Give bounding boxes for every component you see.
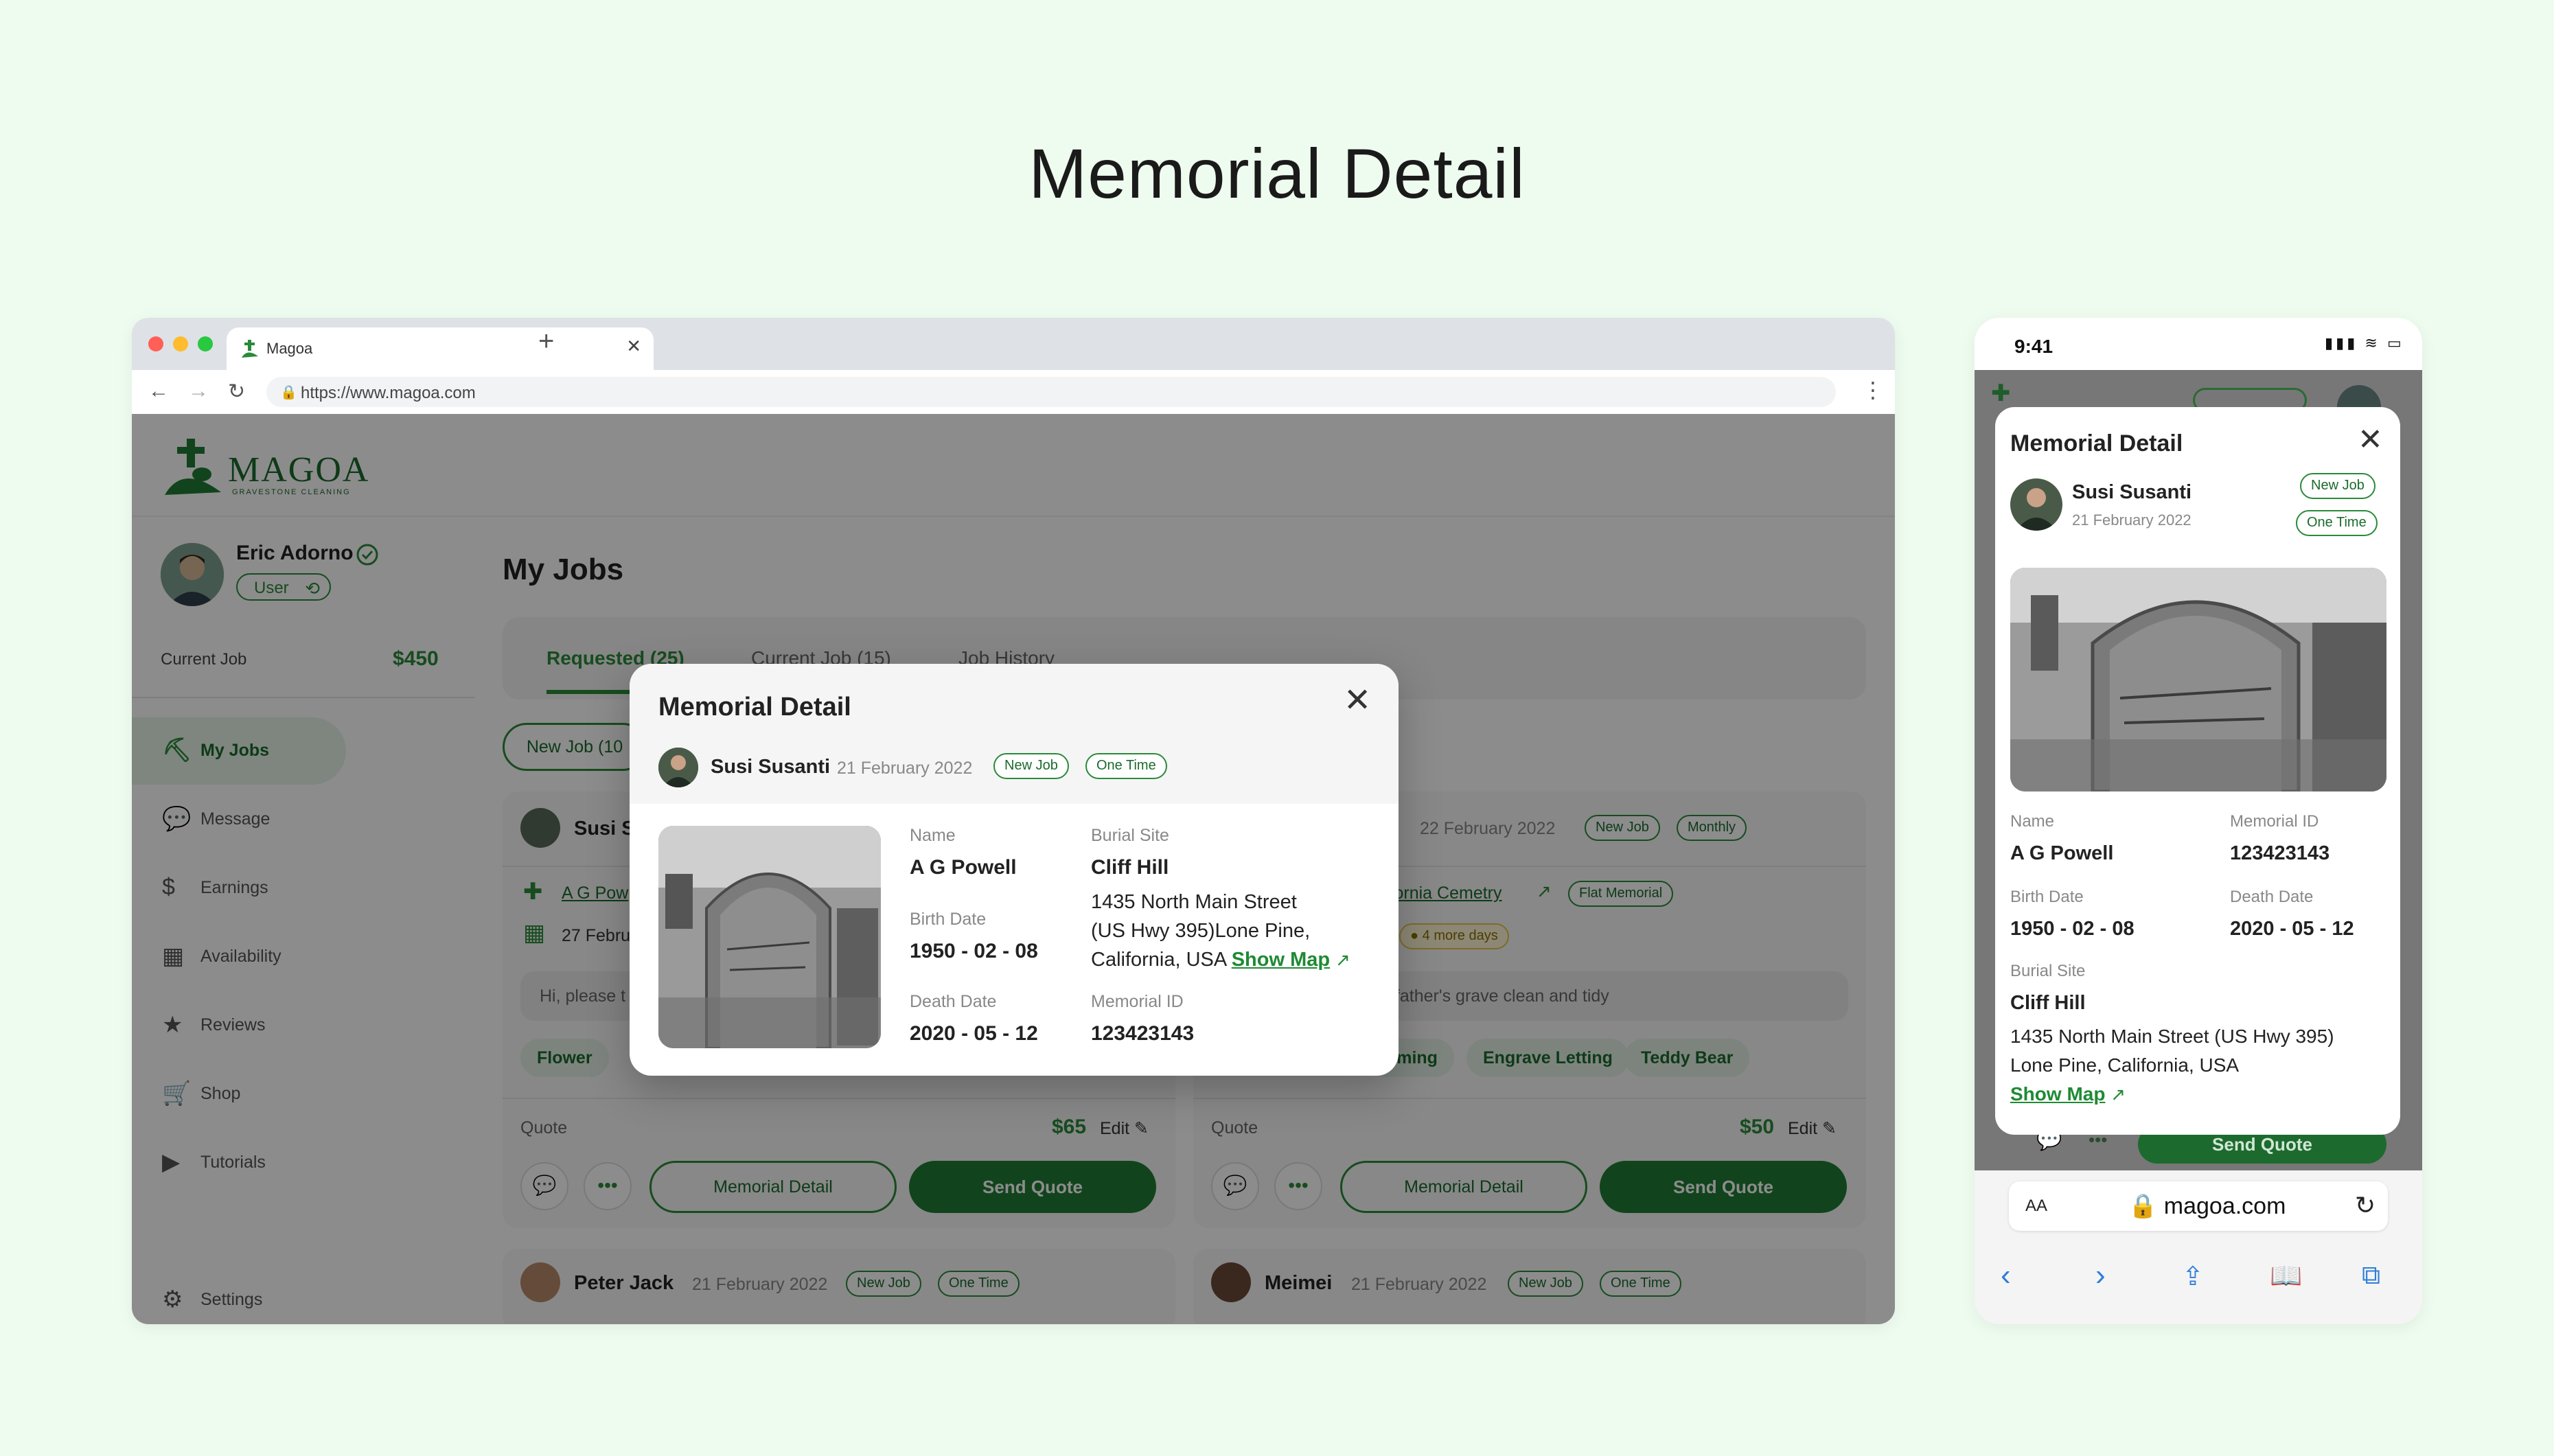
magoa-logo-icon: ✚ bbox=[1991, 380, 2011, 406]
job-date: 21 February 2022 bbox=[2072, 511, 2191, 529]
tab-close-icon[interactable]: ✕ bbox=[626, 336, 641, 357]
browser-tab-bar: Magoa ✕ + bbox=[132, 318, 1895, 370]
tab-title: Magoa bbox=[266, 340, 313, 357]
memorial-photo[interactable] bbox=[2010, 568, 2386, 791]
back-arrow-icon[interactable]: ← bbox=[148, 380, 169, 403]
birth-date-value: 1950 - 02 - 08 bbox=[910, 940, 1038, 962]
share-icon[interactable]: ⇪ bbox=[2182, 1261, 2204, 1292]
forward-arrow-icon[interactable]: → bbox=[188, 380, 209, 403]
client-name: Susi Susanti bbox=[711, 756, 831, 778]
reload-icon[interactable]: ↻ bbox=[228, 380, 245, 404]
death-date-value: 2020 - 05 - 12 bbox=[2230, 918, 2354, 940]
safari-toolbar: AA 🔒 magoa.com ↻ ‹ › ⇪ 📖 ⧉ bbox=[1975, 1170, 2422, 1324]
address-line: 1435 North Main Street (US Hwy 395) bbox=[2010, 1026, 2334, 1047]
close-icon[interactable]: ✕ bbox=[2358, 422, 2383, 457]
url-text: https://www.magoa.com bbox=[301, 384, 476, 402]
birth-date-label: Birth Date bbox=[2010, 888, 2084, 906]
address-line: (US Hwy 395)Lone Pine, bbox=[1091, 920, 1311, 942]
client-avatar bbox=[2010, 478, 2062, 531]
status-time: 9:41 bbox=[2014, 336, 2053, 357]
client-avatar bbox=[658, 748, 698, 787]
memorial-detail-modal: Memorial Detail ✕ Susi Susanti 21 Februa… bbox=[630, 664, 1399, 1076]
reload-icon[interactable]: ↻ bbox=[2355, 1191, 2375, 1220]
burial-address: 1435 North Main Street (US Hwy 395)Lone … bbox=[1091, 888, 1386, 974]
name-label: Name bbox=[910, 826, 956, 845]
mobile-device: 9:41 ▮▮▮ ≋ ▭ ✚ Send Quote 💬 ••• Memorial… bbox=[1975, 318, 2422, 1324]
memorial-id-label: Memorial ID bbox=[2230, 812, 2319, 831]
new-tab-icon[interactable]: + bbox=[538, 326, 554, 357]
memorial-id-value: 123423143 bbox=[2230, 842, 2330, 864]
status-badge: New Job bbox=[993, 753, 1069, 779]
safari-url-field[interactable]: AA 🔒 magoa.com ↻ bbox=[2009, 1181, 2388, 1231]
close-window-dot[interactable] bbox=[148, 336, 163, 351]
address-line: 1435 North Main Street bbox=[1091, 891, 1297, 913]
burial-site-label: Burial Site bbox=[1091, 826, 1169, 845]
modal-title: Memorial Detail bbox=[658, 693, 851, 721]
address-line: Lone Pine, California, USA bbox=[2010, 1054, 2240, 1076]
birth-date-label: Birth Date bbox=[910, 910, 987, 929]
death-date-label: Death Date bbox=[910, 992, 997, 1011]
bookmarks-icon[interactable]: 📖 bbox=[2270, 1261, 2302, 1291]
birth-date-value: 1950 - 02 - 08 bbox=[2010, 918, 2135, 940]
burial-site-value: Cliff Hill bbox=[2010, 992, 2086, 1014]
address-bar: ← → ↻ 🔒 https://www.magoa.com ⋮ bbox=[132, 370, 1895, 415]
modal-header: Memorial Detail ✕ Susi Susanti 21 Februa… bbox=[630, 664, 1399, 804]
browser-menu-icon[interactable]: ⋮ bbox=[1862, 377, 1884, 403]
magoa-favicon-icon bbox=[242, 340, 258, 358]
lock-icon: 🔒 bbox=[280, 385, 297, 400]
modal-title: Memorial Detail bbox=[2010, 430, 2183, 457]
status-badge: New Job bbox=[2300, 473, 2375, 499]
memorial-id-label: Memorial ID bbox=[1091, 992, 1184, 1011]
status-icons: ▮▮▮ ≋ ▭ bbox=[2325, 334, 2404, 351]
memorial-photo[interactable] bbox=[658, 826, 881, 1048]
burial-address: 1435 North Main Street (US Hwy 395) Lone… bbox=[2010, 1022, 2395, 1109]
death-date-value: 2020 - 05 - 12 bbox=[910, 1022, 1038, 1045]
burial-site-value: Cliff Hill bbox=[1091, 856, 1169, 879]
client-name: Susi Susanti bbox=[2072, 481, 2192, 503]
desktop-browser-window: Magoa ✕ + ← → ↻ 🔒 https://www.magoa.com … bbox=[132, 318, 1895, 1324]
frequency-badge: One Time bbox=[2296, 510, 2378, 536]
show-map-link[interactable]: Show Map bbox=[1232, 949, 1330, 971]
external-link-icon[interactable]: ↗ bbox=[1335, 949, 1350, 970]
memorial-id-value: 123423143 bbox=[1091, 1022, 1195, 1045]
url-field[interactable]: 🔒 https://www.magoa.com bbox=[266, 377, 1836, 407]
minimize-window-dot[interactable] bbox=[173, 336, 188, 351]
address-line: California, USA bbox=[1091, 949, 1226, 971]
name-label: Name bbox=[2010, 812, 2055, 831]
page-title: Memorial Detail bbox=[1028, 135, 1526, 213]
show-map-link[interactable]: Show Map bbox=[2010, 1083, 2105, 1105]
text-size-button[interactable]: AA bbox=[2025, 1197, 2047, 1216]
back-arrow-icon[interactable]: ‹ bbox=[2001, 1258, 2011, 1293]
frequency-badge: One Time bbox=[1085, 753, 1167, 779]
name-value: A G Powell bbox=[2010, 842, 2114, 864]
browser-tab[interactable]: Magoa ✕ bbox=[227, 327, 654, 370]
close-icon[interactable]: ✕ bbox=[1344, 684, 1371, 717]
name-value: A G Powell bbox=[910, 856, 1017, 879]
job-date: 21 February 2022 bbox=[837, 759, 973, 778]
tabs-icon[interactable]: ⧉ bbox=[2362, 1261, 2380, 1291]
forward-arrow-icon[interactable]: › bbox=[2095, 1258, 2106, 1293]
mobile-memorial-detail-modal: Memorial Detail ✕ Susi Susanti 21 Februa… bbox=[1995, 407, 2400, 1135]
maximize-window-dot[interactable] bbox=[198, 336, 213, 351]
burial-site-label: Burial Site bbox=[2010, 962, 2086, 980]
url-text: 🔒 magoa.com bbox=[2128, 1193, 2286, 1219]
death-date-label: Death Date bbox=[2230, 888, 2314, 906]
external-link-icon[interactable]: ↗ bbox=[2110, 1084, 2126, 1105]
